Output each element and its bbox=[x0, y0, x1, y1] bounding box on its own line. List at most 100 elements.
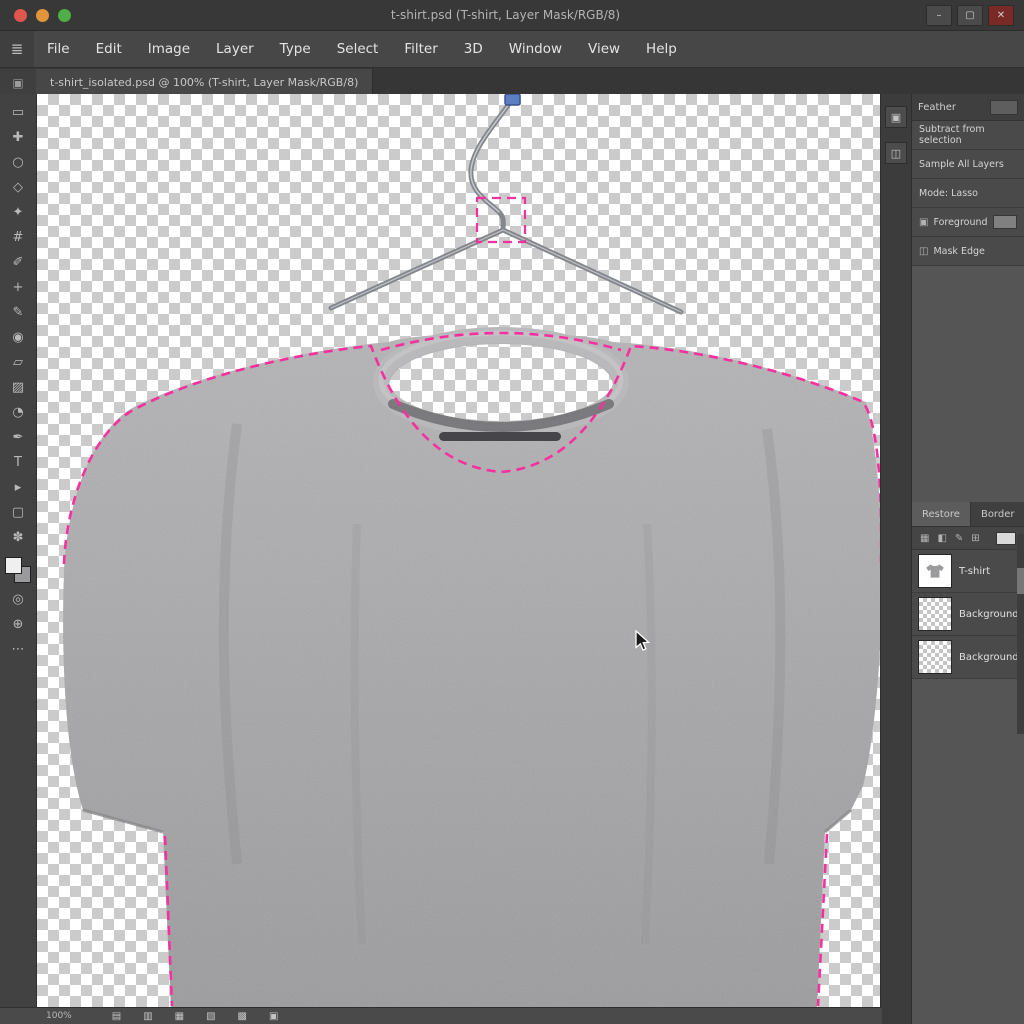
healing-brush-tool[interactable]: + bbox=[3, 275, 33, 300]
clone-stamp-tool[interactable]: ◉ bbox=[3, 325, 33, 350]
layers-panel-tabs: Restore Border bbox=[912, 502, 1024, 527]
sample-all-layers-option[interactable]: Sample All Layers bbox=[912, 150, 1024, 179]
quick-selection-tool[interactable]: ✦ bbox=[3, 200, 33, 225]
blur-tool[interactable]: ◔ bbox=[3, 400, 33, 425]
sample-all-layers-label: Sample All Layers bbox=[919, 159, 1004, 170]
tools-panel: ▭ ✚ ○ ◇ ✦ # ✐ + ✎ ◉ ▱ ▨ ◔ ✒ T ▸ ▢ ✽ ◎ ⊕ … bbox=[0, 94, 37, 1024]
panel-toggle-icon[interactable]: ▣ bbox=[0, 69, 36, 96]
color-swatches[interactable] bbox=[5, 557, 31, 583]
canvas-artwork bbox=[37, 94, 880, 1008]
rectangular-marquee-tool[interactable]: ▭ bbox=[3, 100, 33, 125]
menu-image[interactable]: Image bbox=[135, 31, 203, 67]
traffic-lights bbox=[0, 9, 85, 22]
tab-border[interactable]: Border bbox=[971, 502, 1024, 526]
move-tool[interactable]: ✚ bbox=[3, 125, 33, 150]
options-panel-header: Feather bbox=[912, 94, 1024, 121]
path-selection-tool[interactable]: ▸ bbox=[3, 475, 33, 500]
options-dropdown[interactable] bbox=[990, 100, 1018, 115]
rectangle-tool[interactable]: ▢ bbox=[3, 500, 33, 525]
menu-3d[interactable]: 3D bbox=[451, 31, 496, 67]
close-traffic-button[interactable] bbox=[14, 9, 27, 22]
menu-filter[interactable]: Filter bbox=[391, 31, 450, 67]
lock-icon[interactable]: ◧ bbox=[937, 533, 946, 544]
mask-edge-option[interactable]: ◫ Mask Edge bbox=[912, 237, 1024, 266]
filter-type-icon[interactable]: ▦ bbox=[920, 533, 929, 544]
maximize-button[interactable]: ▢ bbox=[957, 5, 983, 26]
menu-file[interactable]: File bbox=[34, 31, 83, 67]
menu-view[interactable]: View bbox=[575, 31, 633, 67]
layer-row-background-1[interactable]: Background bbox=[912, 593, 1024, 636]
canvas[interactable] bbox=[37, 94, 880, 1024]
brush-lock-icon[interactable]: ✎ bbox=[955, 533, 963, 544]
menu-layer[interactable]: Layer bbox=[203, 31, 267, 67]
scratch-sizes-icon[interactable]: ▧ bbox=[206, 1011, 215, 1022]
close-button[interactable]: ✕ bbox=[988, 5, 1014, 26]
panel-spacer bbox=[912, 266, 1024, 502]
status-bar: 100% ▤ ▥ ▦ ▧ ▩ ▣ bbox=[0, 1007, 882, 1024]
doc-size-icon[interactable]: ▤ bbox=[112, 1011, 121, 1022]
zoom-traffic-button[interactable] bbox=[58, 9, 71, 22]
document-tab-bar: ▣ t-shirt_isolated.psd @ 100% (T-shirt, … bbox=[0, 68, 1024, 97]
background-layer-thumbnail[interactable] bbox=[918, 640, 952, 674]
history-panel-icon[interactable]: ▣ bbox=[885, 106, 907, 128]
t-shirt bbox=[63, 333, 880, 1008]
foreground-option[interactable]: ▣ Foreground bbox=[912, 208, 1024, 237]
subtract-from-selection-option[interactable]: Subtract from selection bbox=[912, 121, 1024, 150]
hamburger-menu-icon[interactable]: ≣ bbox=[0, 31, 34, 67]
doc-dimensions-icon[interactable]: ▦ bbox=[175, 1011, 184, 1022]
window-controls: – ▢ ✕ bbox=[926, 5, 1024, 26]
lasso-tool[interactable]: ○ bbox=[3, 150, 33, 175]
status-icons: ▤ ▥ ▦ ▧ ▩ ▣ bbox=[82, 1011, 279, 1022]
hanger-handle bbox=[505, 94, 520, 105]
crop-tool[interactable]: # bbox=[3, 225, 33, 250]
gradient-tool[interactable]: ▨ bbox=[3, 375, 33, 400]
opacity-field[interactable] bbox=[996, 532, 1016, 545]
foreground-icon: ▣ bbox=[919, 217, 928, 228]
layer-name: Background bbox=[959, 652, 1018, 663]
zoom-tool[interactable]: ◎ bbox=[3, 587, 33, 612]
edit-toolbar-button[interactable]: ⋯ bbox=[3, 637, 33, 662]
right-panel: Feather Subtract from selection Sample A… bbox=[911, 94, 1024, 1024]
window-title: t-shirt.psd (T-shirt, Layer Mask/RGB/8) bbox=[85, 8, 926, 22]
options-panel-title: Feather bbox=[918, 102, 956, 113]
foreground-swatch[interactable] bbox=[993, 215, 1017, 229]
foreground-color-swatch[interactable] bbox=[5, 557, 22, 574]
mask-edge-icon: ◫ bbox=[919, 246, 928, 257]
document-tab[interactable]: t-shirt_isolated.psd @ 100% (T-shirt, La… bbox=[36, 69, 373, 96]
menu-help[interactable]: Help bbox=[633, 31, 690, 67]
rotate-view-tool[interactable]: ⊕ bbox=[3, 612, 33, 637]
hanger bbox=[331, 94, 681, 312]
eraser-tool[interactable]: ▱ bbox=[3, 350, 33, 375]
brush-tool[interactable]: ✎ bbox=[3, 300, 33, 325]
pen-tool[interactable]: ✒ bbox=[3, 425, 33, 450]
panel-bottom-spacer bbox=[912, 679, 1024, 1024]
efficiency-icon[interactable]: ▩ bbox=[238, 1011, 247, 1022]
panel-scrollbar[interactable] bbox=[1017, 534, 1024, 734]
current-tool-icon[interactable]: ▣ bbox=[269, 1011, 278, 1022]
mode-lasso-label: Mode: Lasso bbox=[919, 188, 978, 199]
menu-window[interactable]: Window bbox=[496, 31, 575, 67]
polygonal-lasso-tool[interactable]: ◇ bbox=[3, 175, 33, 200]
mode-lasso-option[interactable]: Mode: Lasso bbox=[912, 179, 1024, 208]
properties-panel-icon[interactable]: ◫ bbox=[885, 142, 907, 164]
type-tool[interactable]: T bbox=[3, 450, 33, 475]
menu-edit[interactable]: Edit bbox=[83, 31, 135, 67]
fill-lock-icon[interactable]: ⊞ bbox=[971, 533, 979, 544]
minimize-button[interactable]: – bbox=[926, 5, 952, 26]
layer-row-tshirt[interactable]: T-shirt bbox=[912, 550, 1024, 593]
hand-tool[interactable]: ✽ bbox=[3, 525, 33, 550]
menu-type[interactable]: Type bbox=[267, 31, 324, 67]
minimize-traffic-button[interactable] bbox=[36, 9, 49, 22]
doc-profile-icon[interactable]: ▥ bbox=[143, 1011, 152, 1022]
background-layer-thumbnail[interactable] bbox=[918, 597, 952, 631]
panel-scrollbar-thumb[interactable] bbox=[1017, 568, 1024, 594]
zoom-level[interactable]: 100% bbox=[0, 1011, 82, 1021]
title-bar: t-shirt.psd (T-shirt, Layer Mask/RGB/8) … bbox=[0, 0, 1024, 31]
tshirt-layer-thumbnail[interactable] bbox=[918, 554, 952, 588]
eyedropper-tool[interactable]: ✐ bbox=[3, 250, 33, 275]
menu-select[interactable]: Select bbox=[324, 31, 392, 67]
tshirt-thumbnail-icon bbox=[924, 560, 946, 582]
tab-restore[interactable]: Restore bbox=[912, 502, 971, 526]
layer-row-background-2[interactable]: Background bbox=[912, 636, 1024, 679]
foreground-label: Foreground bbox=[933, 217, 987, 228]
